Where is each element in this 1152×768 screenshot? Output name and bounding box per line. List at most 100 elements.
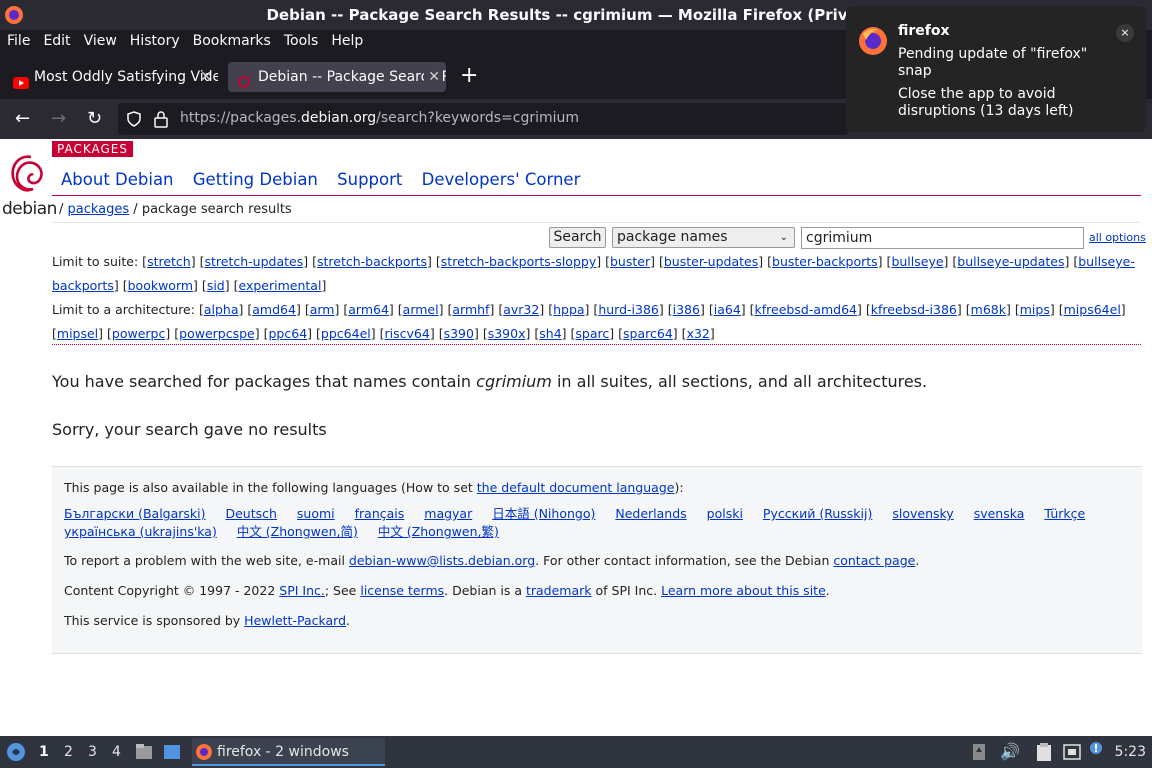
- language-link[interactable]: svenska: [974, 506, 1025, 521]
- nav-support[interactable]: Support: [337, 170, 402, 189]
- suite-link[interactable]: bullseye-updates: [957, 254, 1064, 269]
- architecture-link[interactable]: ppc64: [269, 326, 308, 341]
- language-link[interactable]: Türkçe: [1044, 506, 1085, 521]
- lock-icon[interactable]: [154, 110, 168, 132]
- all-options-link[interactable]: all options: [1089, 231, 1146, 244]
- suite-link[interactable]: buster-updates: [664, 254, 758, 269]
- workspace-1[interactable]: 1: [39, 744, 49, 760]
- close-tab-icon[interactable]: ✕: [424, 62, 440, 92]
- architecture-link[interactable]: avr32: [503, 302, 539, 317]
- breadcrumb-packages-link[interactable]: packages: [68, 202, 130, 217]
- architecture-link[interactable]: armel: [403, 302, 439, 317]
- workspace-4[interactable]: 4: [112, 744, 121, 760]
- architecture-link[interactable]: armhf: [452, 302, 489, 317]
- license-terms-link[interactable]: license terms: [360, 583, 444, 598]
- new-tab-button[interactable]: +: [460, 62, 478, 90]
- architecture-link[interactable]: kfreebsd-i386: [871, 302, 957, 317]
- nav-about-debian[interactable]: About Debian: [61, 170, 174, 189]
- architecture-link[interactable]: alpha: [204, 302, 239, 317]
- volume-icon[interactable]: 🔊: [1000, 742, 1020, 761]
- desktop-icon[interactable]: [163, 743, 181, 765]
- trademark-link[interactable]: trademark: [526, 583, 592, 598]
- workspace-3[interactable]: 3: [88, 744, 97, 760]
- suite-link[interactable]: buster-backports: [772, 254, 878, 269]
- architecture-link[interactable]: mips: [1020, 302, 1050, 317]
- menu-file[interactable]: File: [7, 30, 30, 52]
- learn-more-link[interactable]: Learn more about this site: [661, 583, 826, 598]
- spi-link[interactable]: SPI Inc.: [279, 583, 325, 598]
- file-manager-icon[interactable]: [135, 743, 153, 765]
- suite-link[interactable]: bookworm: [128, 278, 193, 293]
- architecture-link[interactable]: x32: [687, 326, 710, 341]
- forward-button[interactable]: →: [51, 107, 66, 131]
- architecture-link[interactable]: i386: [673, 302, 700, 317]
- notification-indicator-icon[interactable]: [1089, 741, 1103, 759]
- shield-icon[interactable]: [126, 111, 142, 131]
- tab-debian[interactable]: Debian -- Package Search Results ✕: [228, 62, 446, 92]
- suite-link[interactable]: bullseye: [891, 254, 943, 269]
- architecture-link[interactable]: ia64: [714, 302, 741, 317]
- architecture-link[interactable]: m68k: [971, 302, 1006, 317]
- language-link[interactable]: polski: [707, 506, 743, 521]
- architecture-link[interactable]: s390: [444, 326, 474, 341]
- language-link[interactable]: slovensky: [892, 506, 953, 521]
- suite-link[interactable]: sid: [207, 278, 225, 293]
- search-mode-select[interactable]: package names ⌄: [612, 227, 795, 248]
- suite-link[interactable]: buster: [610, 254, 650, 269]
- network-icon[interactable]: [1063, 743, 1081, 765]
- architecture-link[interactable]: powerpc: [112, 326, 165, 341]
- language-link[interactable]: Български (Balgarski): [64, 506, 206, 521]
- architecture-link[interactable]: arm: [310, 302, 335, 317]
- language-link[interactable]: 中文 (Zhongwen,繁): [378, 524, 499, 539]
- language-link[interactable]: українська (ukrajins'ka): [64, 524, 217, 539]
- workspace-2[interactable]: 2: [64, 744, 73, 760]
- taskbar-firefox-button[interactable]: firefox - 2 windows: [192, 738, 385, 766]
- menu-bookmarks[interactable]: Bookmarks: [193, 30, 271, 52]
- architecture-link[interactable]: sh4: [539, 326, 561, 341]
- language-link[interactable]: suomi: [297, 506, 335, 521]
- architecture-link[interactable]: s390x: [488, 326, 526, 341]
- menu-history[interactable]: History: [130, 30, 180, 52]
- architecture-link[interactable]: arm64: [348, 302, 389, 317]
- menu-edit[interactable]: Edit: [43, 30, 70, 52]
- menu-tools[interactable]: Tools: [284, 30, 319, 52]
- architecture-link[interactable]: powerpcspe: [179, 326, 255, 341]
- suite-link[interactable]: stretch-backports-sloppy: [441, 254, 596, 269]
- language-link[interactable]: Русский (Russkij): [763, 506, 872, 521]
- architecture-link[interactable]: riscv64: [385, 326, 430, 341]
- tab-youtube[interactable]: Most Oddly Satisfying Video ✕: [4, 62, 218, 92]
- architecture-link[interactable]: hurd-i386: [598, 302, 659, 317]
- app-menu-icon[interactable]: [6, 742, 26, 766]
- language-link[interactable]: magyar: [424, 506, 472, 521]
- debian-logo-icon[interactable]: [2, 153, 52, 199]
- language-link[interactable]: 中文 (Zhongwen,简): [237, 524, 358, 539]
- search-input[interactable]: cgrimium: [801, 227, 1084, 249]
- close-tab-icon[interactable]: ✕: [196, 62, 212, 92]
- sponsor-link[interactable]: Hewlett-Packard: [244, 613, 346, 628]
- architecture-link[interactable]: mipsel: [57, 326, 98, 341]
- language-link[interactable]: Deutsch: [225, 506, 276, 521]
- close-notification-button[interactable]: ×: [1116, 24, 1134, 42]
- language-link[interactable]: 日本語 (Nihongo): [492, 506, 595, 521]
- architecture-link[interactable]: mips64el: [1064, 302, 1121, 317]
- architecture-link[interactable]: sparc64: [623, 326, 673, 341]
- language-link[interactable]: français: [355, 506, 405, 521]
- contact-page-link[interactable]: contact page: [833, 553, 915, 568]
- search-button[interactable]: Search: [549, 227, 606, 248]
- email-link[interactable]: debian-www@lists.debian.org: [349, 553, 535, 568]
- menu-help[interactable]: Help: [331, 30, 363, 52]
- suite-link[interactable]: experimental: [239, 278, 322, 293]
- architecture-link[interactable]: kfreebsd-amd64: [755, 302, 857, 317]
- architecture-link[interactable]: amd64: [252, 302, 296, 317]
- nav-developers-corner[interactable]: Developers' Corner: [422, 170, 581, 189]
- url-text[interactable]: https://packages.debian.org/search?keywo…: [180, 110, 579, 126]
- reload-button[interactable]: ↻: [87, 107, 102, 131]
- architecture-link[interactable]: sparc: [575, 326, 609, 341]
- suite-link[interactable]: stretch-updates: [205, 254, 304, 269]
- menu-view[interactable]: View: [84, 30, 117, 52]
- default-language-link[interactable]: the default document language: [477, 480, 675, 495]
- back-button[interactable]: ←: [15, 107, 30, 131]
- nav-getting-debian[interactable]: Getting Debian: [193, 170, 318, 189]
- debian-logo-text[interactable]: debian: [2, 199, 57, 219]
- storage-icon[interactable]: [972, 743, 986, 765]
